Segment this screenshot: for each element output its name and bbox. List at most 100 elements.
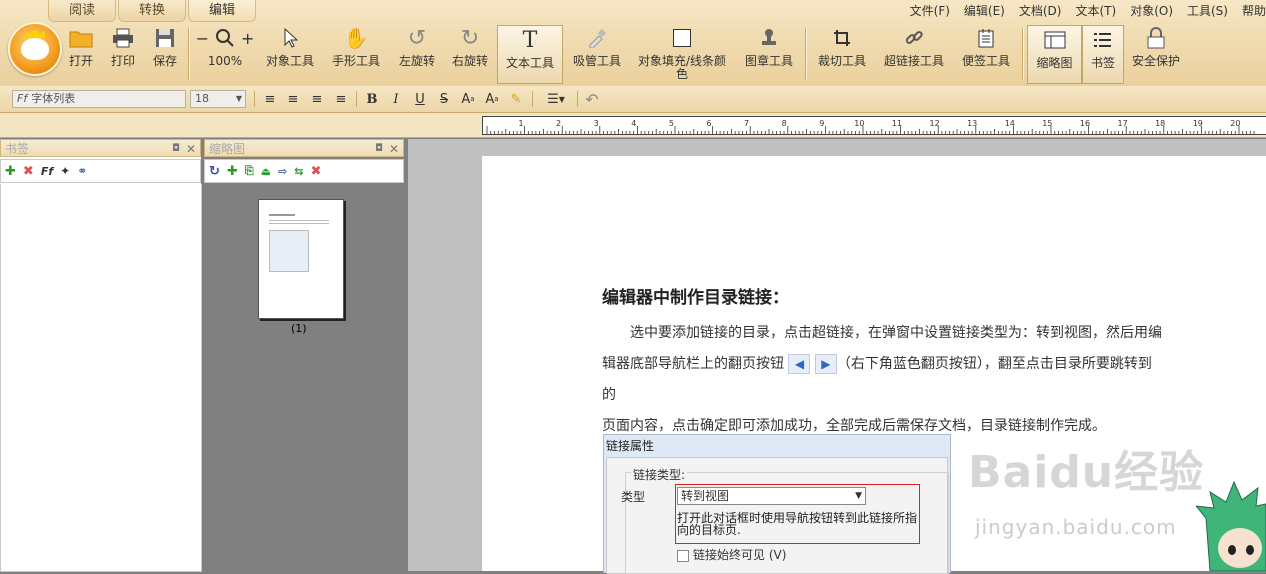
floppy-icon bbox=[151, 24, 179, 52]
tab-convert[interactable]: 转换 bbox=[118, 0, 187, 22]
zoom-in-icon[interactable]: + bbox=[241, 29, 254, 48]
ruler-tick-label: 13 bbox=[967, 119, 977, 128]
binoculars-icon[interactable]: ⚭ bbox=[77, 164, 87, 178]
ruler-tick-label: 1 bbox=[518, 119, 523, 128]
stamp-tool-button[interactable]: 图章工具 bbox=[743, 24, 795, 84]
horizontal-ruler: 1 2 3 4 5 6 7 8 9 10 11 12 13 14 15 16 17 18 19 20 bbox=[482, 116, 1266, 135]
font-family-select[interactable]: Ff 字体列表 bbox=[12, 90, 186, 108]
dropper-tool-button[interactable]: 吸管工具 bbox=[571, 24, 623, 84]
stamp-icon bbox=[755, 24, 783, 52]
zoom-out-icon[interactable]: − bbox=[196, 29, 209, 48]
refresh-icon[interactable]: ↻ bbox=[209, 164, 220, 179]
tab-edit[interactable]: 编辑 bbox=[188, 0, 257, 22]
object-tool-button[interactable]: 对象工具 bbox=[264, 24, 316, 84]
extract-page-icon[interactable]: ⏏ bbox=[261, 165, 271, 178]
close-icon[interactable]: ✕ bbox=[186, 140, 196, 158]
align-center-icon[interactable]: ≡ bbox=[283, 90, 303, 108]
ruler-tick-label: 16 bbox=[1080, 119, 1090, 128]
undo-icon[interactable]: ↶ bbox=[582, 90, 602, 109]
ruler-tick-label: 6 bbox=[706, 119, 711, 128]
insert-page-icon[interactable]: ⎘ bbox=[245, 164, 254, 178]
bold-icon[interactable]: B bbox=[362, 90, 382, 108]
hand-tool-button[interactable]: ✋ 手形工具 bbox=[330, 24, 382, 84]
replace-page-icon[interactable]: ⇆ bbox=[294, 165, 303, 178]
type-label: 类型 bbox=[621, 490, 646, 504]
print-button[interactable]: 打印 bbox=[108, 24, 138, 84]
save-button[interactable]: 保存 bbox=[150, 24, 180, 84]
ribbon-tabs: 阅读 转换 编辑 bbox=[48, 0, 258, 22]
align-justify-icon[interactable]: ≡ bbox=[331, 90, 351, 108]
watermark-url: jingyan.baidu.com bbox=[975, 515, 1177, 539]
ruler-tick-label: 15 bbox=[1042, 119, 1052, 128]
align-right-icon[interactable]: ≡ bbox=[307, 90, 327, 108]
thumbnail-panel-icon bbox=[1041, 26, 1069, 54]
menu-edit[interactable]: 编辑(E) bbox=[964, 2, 1005, 19]
text-t-icon: T bbox=[522, 27, 538, 53]
menu-document[interactable]: 文档(D) bbox=[1019, 2, 1062, 19]
printer-icon bbox=[109, 24, 137, 52]
link-type-description: 打开此对话框时使用导航按钮转到此链接所指向的目标页. bbox=[677, 511, 918, 537]
crop-tool-button[interactable]: 裁切工具 bbox=[816, 24, 868, 84]
page-thumbnail[interactable] bbox=[258, 199, 344, 319]
tab-read[interactable]: 阅读 bbox=[48, 0, 117, 22]
italic-icon[interactable]: I bbox=[386, 90, 406, 108]
rotate-right-button[interactable]: ↻ 右旋转 bbox=[451, 24, 489, 84]
thumbnail-panel-header: 缩略图 ◘ ✕ bbox=[204, 139, 404, 157]
bookmark-list[interactable] bbox=[0, 184, 202, 572]
ruler-tick-label: 10 bbox=[854, 119, 864, 128]
bookmark-panel-header: 书签 ◘ ✕ bbox=[0, 139, 201, 157]
pin-icon[interactable]: ◘ bbox=[172, 140, 180, 158]
fill-color-button[interactable]: 对象填充/线条颜色 bbox=[636, 24, 728, 84]
hyperlink-tool-button[interactable]: 超链接工具 bbox=[882, 24, 946, 84]
line-spacing-icon[interactable]: ☰ ▼ bbox=[540, 90, 572, 108]
align-left-icon[interactable]: ≡ bbox=[260, 90, 280, 108]
crop-icon bbox=[828, 24, 856, 52]
link-properties-dialog-image: 链接属性 链接类型: 类型 转到视图 ▼ 打开此对话框时使用导航按钮转到此链接所指… bbox=[603, 434, 951, 574]
delete-icon[interactable]: ✖ bbox=[23, 164, 34, 179]
ruler-tick-label: 5 bbox=[669, 119, 674, 128]
menu-object[interactable]: 对象(O) bbox=[1130, 2, 1173, 19]
ruler-tick-label: 3 bbox=[594, 119, 599, 128]
close-icon[interactable]: ✕ bbox=[389, 140, 399, 158]
app-logo-icon[interactable] bbox=[8, 22, 62, 76]
delete-page-icon[interactable]: ✖ bbox=[310, 164, 321, 179]
underline-icon[interactable]: U bbox=[410, 90, 430, 108]
magic-wand-icon[interactable]: ✦ bbox=[60, 164, 70, 178]
hand-icon: ✋ bbox=[343, 26, 369, 50]
magnifier-icon[interactable] bbox=[215, 28, 235, 48]
bookmark-toggle-button[interactable]: 书签 bbox=[1082, 25, 1124, 84]
rotate-left-button[interactable]: ↺ 左旋转 bbox=[398, 24, 436, 84]
menu-tools[interactable]: 工具(S) bbox=[1187, 2, 1228, 19]
add-icon[interactable]: ✚ bbox=[5, 164, 16, 179]
cartoon-character-icon bbox=[1194, 478, 1266, 572]
highlighter-icon[interactable]: ✎ bbox=[506, 90, 526, 108]
ruler-tick-label: 17 bbox=[1118, 119, 1128, 128]
strikethrough-icon[interactable]: S bbox=[434, 90, 454, 108]
export-page-icon[interactable]: ⇨ bbox=[278, 165, 287, 178]
font-glyph-icon[interactable]: Ff bbox=[41, 165, 53, 178]
menu-bar: 文件(F) 编辑(E) 文档(D) 文本(T) 对象(O) 工具(S) 帮助 bbox=[896, 2, 1266, 19]
subscript-icon[interactable]: Aa bbox=[482, 90, 502, 108]
chain-link-icon bbox=[900, 24, 928, 52]
menu-text[interactable]: 文本(T) bbox=[1075, 2, 1116, 19]
ruler-tick-label: 20 bbox=[1230, 119, 1240, 128]
thumbnail-toggle-button[interactable]: 缩略图 bbox=[1027, 25, 1082, 84]
security-button[interactable]: 安全保护 bbox=[1130, 24, 1182, 84]
menu-file[interactable]: 文件(F) bbox=[910, 2, 950, 19]
eyedropper-icon bbox=[583, 24, 611, 52]
superscript-icon[interactable]: Aa bbox=[458, 90, 478, 108]
bookmark-toolbar: ✚ ✖ Ff ✦ ⚭ bbox=[0, 159, 201, 183]
font-size-select[interactable]: 18 ▼ bbox=[190, 90, 246, 108]
add-page-icon[interactable]: ✚ bbox=[227, 164, 238, 179]
menu-help[interactable]: 帮助 bbox=[1242, 2, 1266, 19]
pin-icon[interactable]: ◘ bbox=[375, 140, 383, 158]
open-button[interactable]: 打开 bbox=[66, 24, 96, 84]
zoom-level[interactable]: 100% bbox=[208, 55, 242, 68]
ruler-tick-label: 11 bbox=[892, 119, 902, 128]
note-tool-button[interactable]: 便签工具 bbox=[960, 24, 1012, 84]
text-tool-button[interactable]: T 文本工具 bbox=[497, 25, 563, 84]
ruler-tick-label: 14 bbox=[1005, 119, 1015, 128]
rotate-left-icon: ↺ bbox=[407, 25, 427, 51]
ruler-tick-label: 12 bbox=[930, 119, 940, 128]
thumbnail-toolbar: ↻ ✚ ⎘ ⏏ ⇨ ⇆ ✖ bbox=[204, 159, 404, 183]
